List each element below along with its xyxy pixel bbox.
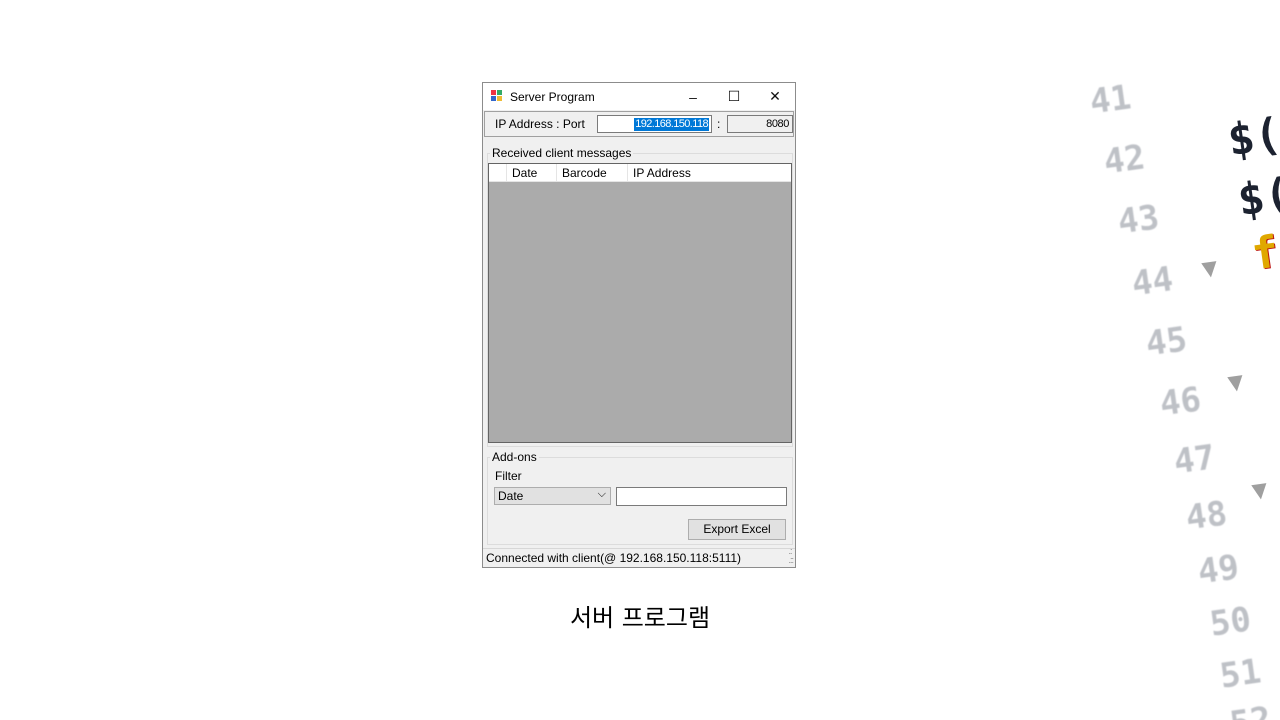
- close-icon: ✕: [769, 88, 781, 104]
- ip-address-value: 192.168.150.118: [634, 118, 709, 131]
- connection-status: Connected with client(@ 192.168.150.118:…: [486, 551, 742, 565]
- column-header-date[interactable]: Date: [512, 166, 537, 180]
- port-input[interactable]: 8080: [727, 115, 793, 133]
- resize-grip-icon[interactable]: .:.::: [788, 547, 793, 565]
- line-number: 45: [1143, 319, 1190, 365]
- messages-listview[interactable]: Date Barcode IP Address: [488, 163, 792, 443]
- port-separator: :: [717, 117, 721, 131]
- column-separator: [556, 164, 557, 181]
- line-number: 51: [1217, 651, 1264, 697]
- app-icon: [491, 90, 503, 102]
- close-button[interactable]: ✕: [755, 83, 795, 110]
- line-number: 44: [1129, 259, 1176, 305]
- column-header-barcode[interactable]: Barcode: [562, 166, 607, 180]
- line-number: 41: [1087, 77, 1134, 123]
- listview-header: Date Barcode IP Address: [489, 164, 791, 182]
- column-header-ip-address[interactable]: IP Address: [633, 166, 691, 180]
- line-number: 43: [1115, 197, 1162, 243]
- server-program-window: Server Program – ☐ ✕ IP Address : Port 1…: [482, 82, 796, 568]
- line-number: 42: [1101, 137, 1148, 183]
- line-number: 49: [1195, 547, 1242, 593]
- column-separator: [506, 164, 507, 181]
- window-title: Server Program: [510, 90, 595, 104]
- maximize-button[interactable]: ☐: [714, 83, 754, 110]
- filter-text-input[interactable]: [616, 487, 787, 506]
- code-fragment: $(: [1234, 168, 1280, 227]
- ip-address-bar: IP Address : Port 192.168.150.118 : 8080: [484, 111, 794, 137]
- ip-address-input[interactable]: 192.168.150.118: [597, 115, 712, 133]
- code-fragment: f: [1248, 226, 1280, 281]
- filter-field-select[interactable]: Date ⌵: [494, 487, 611, 505]
- fold-arrow-icon: ▼: [1250, 477, 1269, 503]
- maximize-icon: ☐: [727, 88, 741, 104]
- status-bar: Connected with client(@ 192.168.150.118:…: [483, 547, 795, 567]
- line-number: 48: [1183, 493, 1230, 539]
- ip-address-label: IP Address : Port: [495, 117, 585, 131]
- addons-group-label: Add-ons: [490, 450, 539, 464]
- caption: 서버 프로그램: [569, 604, 711, 632]
- title-bar[interactable]: Server Program – ☐ ✕: [483, 83, 795, 110]
- filter-label: Filter: [495, 469, 522, 483]
- fold-arrow-icon: ▼: [1226, 369, 1245, 395]
- column-separator: [627, 164, 628, 181]
- line-number: 46: [1157, 379, 1204, 425]
- messages-group-label: Received client messages: [490, 146, 634, 160]
- filter-selected-value: Date: [498, 489, 524, 503]
- chevron-down-icon: ⌵: [597, 488, 606, 500]
- export-excel-button[interactable]: Export Excel: [688, 519, 786, 540]
- fold-arrow-icon: ▼: [1200, 255, 1219, 281]
- line-number: 52: [1227, 699, 1273, 720]
- line-number: 47: [1171, 437, 1218, 483]
- minimize-button[interactable]: –: [673, 83, 713, 110]
- minimize-icon: –: [689, 88, 697, 105]
- code-fragment: $(: [1224, 108, 1280, 167]
